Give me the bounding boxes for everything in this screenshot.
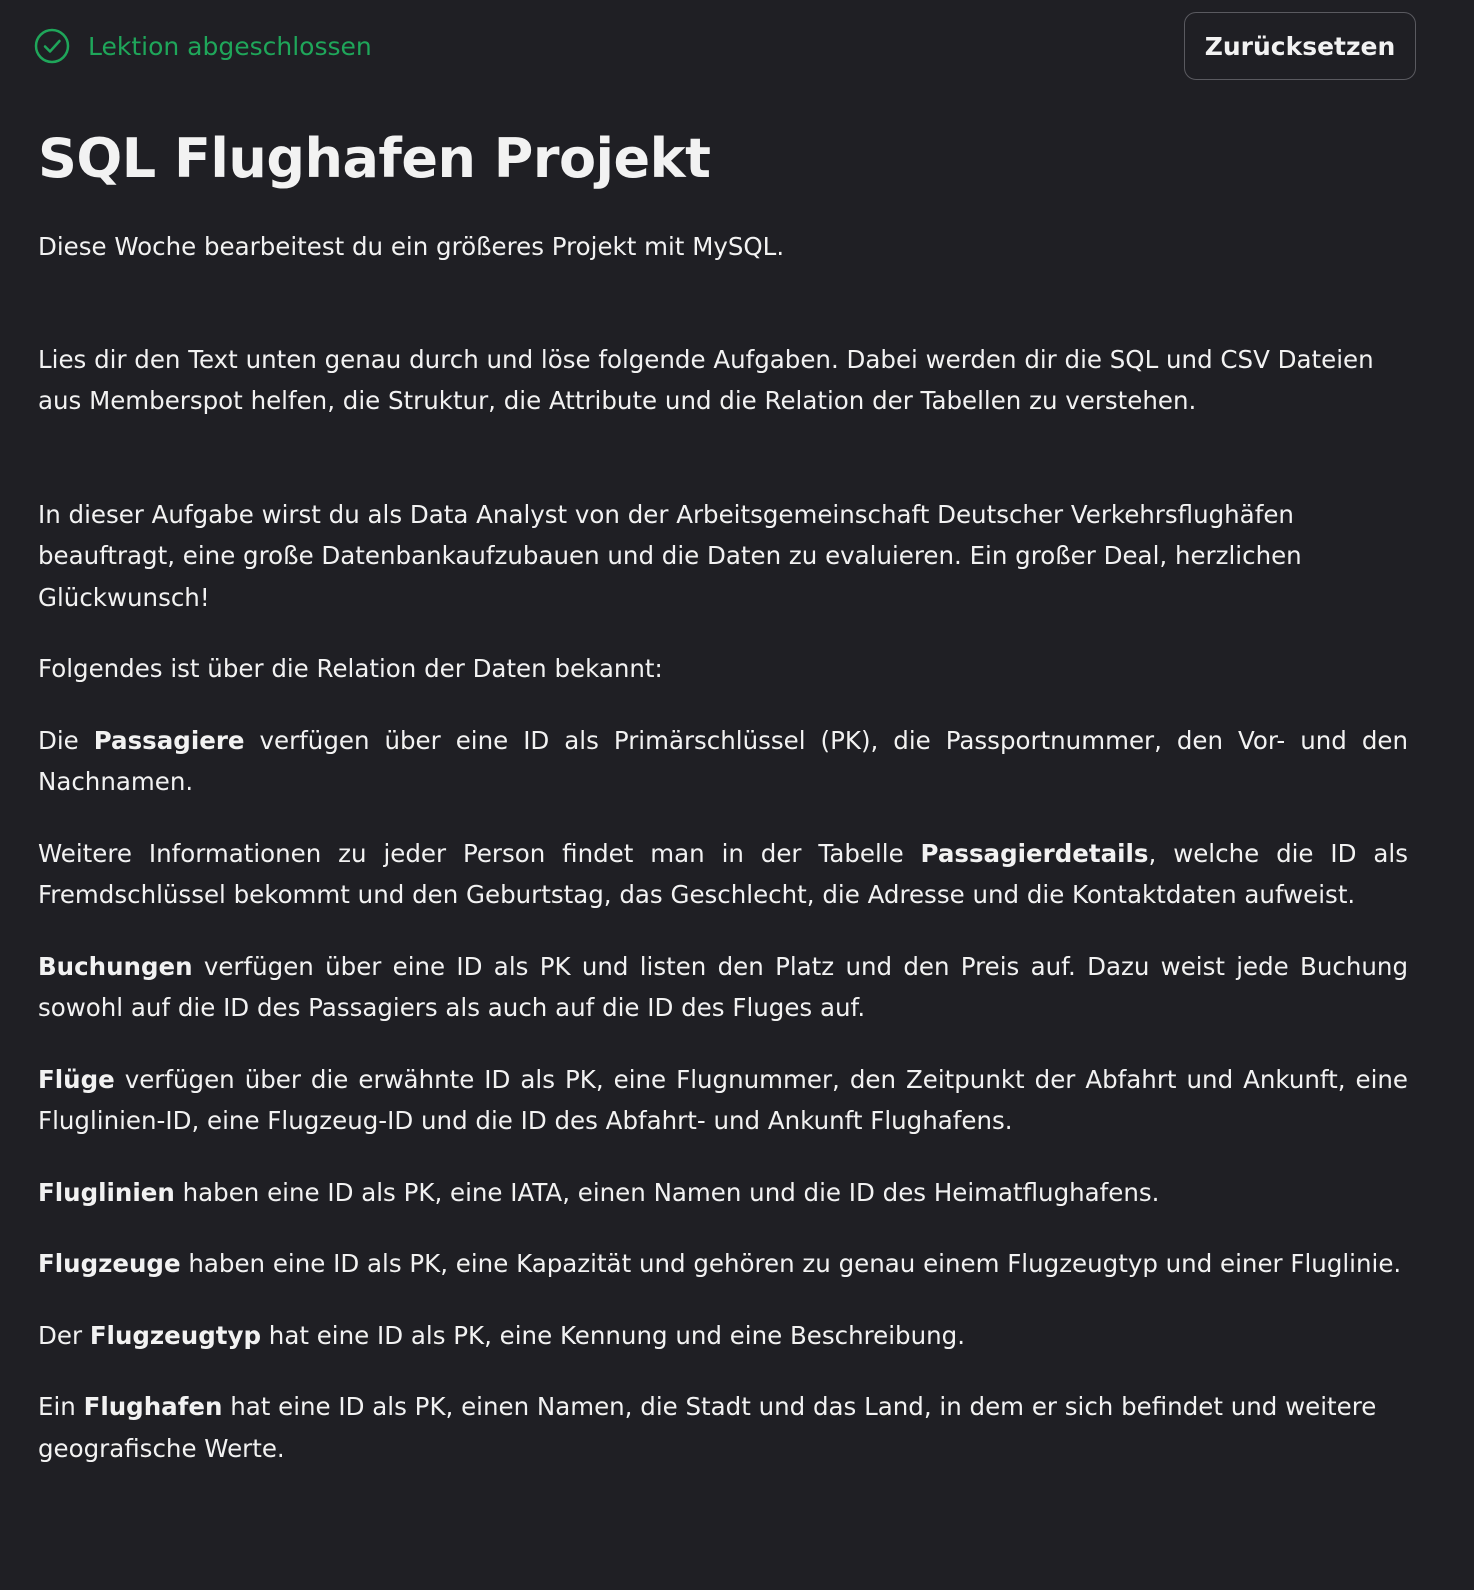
lesson-status-label: Lektion abgeschlossen <box>88 31 372 61</box>
fluglinien-text: haben eine ID als PK, eine IATA, einen N… <box>174 1177 1160 1207</box>
fluglinien-term: Fluglinien <box>38 1177 175 1207</box>
buchungen-term: Buchungen <box>38 951 193 981</box>
relations-intro-paragraph: Folgendes ist über die Relation der Date… <box>38 654 663 683</box>
passagierdetails-paragraph: Weitere Informationen zu jeder Person fi… <box>38 833 1408 916</box>
flugzeugtyp-term: Flugzeugtyp <box>89 1320 262 1350</box>
flughafen-text: hat eine ID als PK, einen Namen, die Sta… <box>38 1392 1377 1463</box>
flugzeugtyp-paragraph: Der Flugzeugtyp hat eine ID als PK, eine… <box>38 1315 1408 1357</box>
page-title: SQL Flughafen Projekt <box>38 127 711 190</box>
fluege-term: Flüge <box>38 1064 115 1094</box>
flughafen-paragraph: Ein Flughafen hat eine ID als PK, einen … <box>38 1386 1408 1469</box>
passagiere-paragraph: Die Passagiere verfügen über eine ID als… <box>38 720 1408 803</box>
fluglinien-paragraph: Fluglinien haben eine ID als PK, eine IA… <box>38 1172 1408 1214</box>
buchungen-paragraph: Buchungen verfügen über eine ID als PK u… <box>38 946 1408 1029</box>
flugzeugtyp-prefix: Der <box>38 1320 90 1350</box>
passagiere-prefix: Die <box>38 725 94 755</box>
flugzeuge-text: haben eine ID als PK, eine Kapazität und… <box>180 1249 1402 1278</box>
lesson-status: Lektion abgeschlossen <box>34 28 372 64</box>
task-paragraph: Lies dir den Text unten genau durch und … <box>38 344 1374 416</box>
check-circle-icon <box>34 28 70 64</box>
buchungen-text: verfügen über eine ID als PK und listen … <box>38 951 1408 1023</box>
flugzeugtyp-text: hat eine ID als PK, eine Kennung und ein… <box>261 1320 965 1350</box>
intro-paragraph: Diese Woche bearbeitest du ein größeres … <box>38 232 785 261</box>
flugzeuge-term: Flugzeuge <box>38 1249 181 1278</box>
scenario-paragraph: In dieser Aufgabe wirst du als Data Anal… <box>38 499 1302 612</box>
passagierdetails-prefix: Weitere Informationen zu jeder Person fi… <box>38 838 921 868</box>
flugzeuge-paragraph: Flugzeuge haben eine ID als PK, eine Kap… <box>38 1243 1408 1285</box>
fluege-paragraph: Flüge verfügen über die erwähnte ID als … <box>38 1059 1408 1142</box>
flughafen-term: Flughafen <box>83 1392 223 1421</box>
passagiere-term: Passagiere <box>93 725 245 755</box>
reset-button[interactable]: Zurücksetzen <box>1184 12 1416 80</box>
lesson-content: SQL Flughafen Projekt Diese Woche bearbe… <box>38 124 1408 1469</box>
lesson-toolbar: Lektion abgeschlossen Zurücksetzen <box>0 0 1474 92</box>
fluege-text: verfügen über die erwähnte ID als PK, ei… <box>38 1064 1408 1136</box>
passagierdetails-term: Passagierdetails <box>920 838 1149 868</box>
flughafen-prefix: Ein <box>38 1392 84 1421</box>
